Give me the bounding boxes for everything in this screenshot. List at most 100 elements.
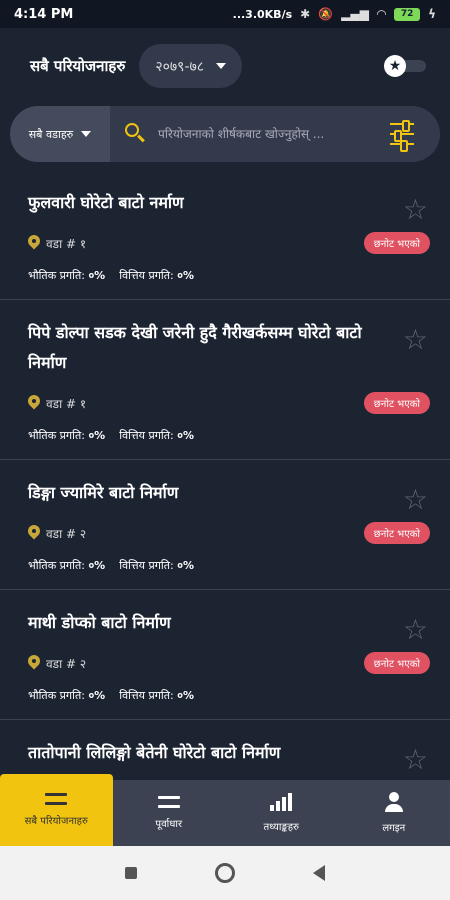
status-badge: छनोट भएको — [363, 652, 430, 674]
physical-progress-value: ०% — [88, 269, 106, 282]
back-icon[interactable] — [313, 865, 325, 881]
nav-login[interactable]: लगइन — [338, 780, 450, 846]
financial-progress: वित्तिय प्रगति: ०% — [119, 428, 194, 443]
favorites-toggle[interactable]: ★ — [384, 55, 428, 77]
physical-progress-label: भौतिक प्रगति: — [28, 689, 85, 702]
physical-progress-value: ०% — [88, 429, 106, 442]
financial-progress: वित्तिय प्रगति: ०% — [119, 558, 194, 573]
app-header: सबै परियोजनाहरु २०७९-७८ ★ — [0, 28, 450, 104]
location-pin-icon — [28, 655, 40, 671]
nav-label: पूर्वाधार — [155, 819, 183, 830]
financial-progress-value: ०% — [177, 269, 195, 282]
status-indicators: ...3.0KB/s ✱ 🔕 ▂▄▆ ◠ 72 ϟ — [233, 7, 436, 21]
financial-progress-label: वित्तिय प्रगति: — [119, 429, 174, 442]
financial-progress-value: ०% — [177, 429, 195, 442]
nav-label: सबै परियोजनाहरु — [24, 816, 88, 827]
physical-progress-label: भौतिक प्रगति: — [28, 269, 85, 282]
nav-infrastructure[interactable]: पूर्वाधार — [113, 780, 226, 846]
ward-row: वडा # १ छनोट भएको — [28, 232, 430, 254]
home-icon[interactable] — [215, 863, 235, 883]
favorite-star-icon[interactable]: ☆ — [403, 746, 428, 774]
network-speed: ...3.0KB/s — [232, 7, 293, 21]
nav-label: लगइन — [382, 823, 406, 834]
status-badge: छनोट भएको — [363, 392, 430, 414]
project-title: फुलवारी घोरेटो बाटो नर्माण — [28, 193, 184, 212]
project-title: तातोपानी लिलिङ्गो बेतेनी घोरेटो बाटो निर… — [28, 743, 281, 762]
ward-row: वडा # २ छनोट भएको — [28, 652, 430, 674]
project-card[interactable]: माथी डोप्को बाटो निर्माण ☆ वडा # २ छनोट … — [0, 590, 450, 720]
financial-progress-label: वित्तिय प्रगति: — [119, 559, 174, 572]
financial-progress: वित्तिय प्रगति: ०% — [119, 268, 194, 283]
ward-number: वडा # १ — [46, 236, 87, 251]
financial-progress-value: ०% — [177, 559, 195, 572]
status-time: 4:14 PM — [14, 6, 74, 22]
nav-statistics[interactable]: तथ्याङ्कहरु — [225, 780, 338, 846]
fiscal-year-value: २०७९-७८ — [155, 58, 205, 75]
location-pin-icon — [28, 525, 40, 541]
physical-progress: भौतिक प्रगति: ०% — [28, 268, 105, 283]
favorite-star-icon[interactable]: ☆ — [403, 196, 428, 224]
nav-label: तथ्याङ्कहरु — [263, 822, 300, 833]
progress-row: भौतिक प्रगति: ०% वित्तिय प्रगति: ०% — [28, 428, 430, 443]
project-card[interactable]: डिङ्गा ज्यामिरे बाटो निर्माण ☆ वडा # २ छ… — [0, 460, 450, 590]
physical-progress: भौतिक प्रगति: ०% — [28, 688, 105, 703]
status-bar: 4:14 PM ...3.0KB/s ✱ 🔕 ▂▄▆ ◠ 72 ϟ — [0, 0, 450, 28]
favorite-star-icon[interactable]: ☆ — [403, 326, 428, 354]
page-title: सबै परियोजनाहरु — [30, 57, 126, 75]
star-icon: ★ — [384, 55, 406, 77]
location-pin-icon — [28, 395, 40, 411]
chart-icon — [270, 793, 293, 811]
menu-icon — [157, 796, 180, 808]
financial-progress-label: वित्तिय प्रगति: — [119, 689, 174, 702]
ward-number: वडा # २ — [46, 526, 87, 541]
nav-all-projects[interactable]: सबै परियोजनाहरु — [0, 774, 113, 846]
ward-dropdown[interactable]: सबै वडाहरु — [10, 106, 110, 162]
filter-settings-icon[interactable] — [390, 120, 414, 152]
project-card[interactable]: पिपे डोल्पा सडक देखी जरेनी हुदै गैरीखर्क… — [0, 300, 450, 460]
financial-progress-value: ०% — [177, 689, 195, 702]
location-pin-icon — [28, 235, 40, 251]
progress-row: भौतिक प्रगति: ०% वित्तिय प्रगति: ०% — [28, 688, 430, 703]
project-list[interactable]: फुलवारी घोरेटो बाटो नर्माण ☆ वडा # १ छनो… — [0, 170, 450, 780]
financial-progress: वित्तिय प्रगति: ०% — [119, 688, 194, 703]
bottom-nav: सबै परियोजनाहरु पूर्वाधार तथ्याङ्कहरु लग… — [0, 774, 450, 846]
system-nav-bar — [0, 846, 450, 900]
ward-row: वडा # १ छनोट भएको — [28, 392, 430, 414]
menu-icon — [45, 793, 68, 805]
progress-row: भौतिक प्रगति: ०% वित्तिय प्रगति: ०% — [28, 558, 430, 573]
wifi-icon: ◠ — [376, 7, 387, 21]
physical-progress: भौतिक प्रगति: ०% — [28, 558, 105, 573]
physical-progress-label: भौतिक प्रगति: — [28, 429, 85, 442]
status-badge: छनोट भएको — [363, 522, 430, 544]
ward-dropdown-label: सबै वडाहरु — [28, 127, 74, 141]
mute-icon: 🔕 — [318, 7, 334, 21]
project-title: पिपे डोल्पा सडक देखी जरेनी हुदै गैरीखर्क… — [28, 323, 362, 372]
bluetooth-icon: ✱ — [300, 7, 311, 21]
status-badge: छनोट भएको — [363, 232, 430, 254]
search-icon — [122, 120, 150, 148]
favorite-star-icon[interactable]: ☆ — [403, 486, 428, 514]
charging-icon: ϟ — [428, 7, 436, 21]
project-card[interactable]: तातोपानी लिलिङ्गो बेतेनी घोरेटो बाटो निर… — [0, 720, 450, 780]
progress-row: भौतिक प्रगति: ०% वित्तिय प्रगति: ०% — [28, 268, 430, 283]
physical-progress-value: ०% — [88, 689, 106, 702]
project-title: माथी डोप्को बाटो निर्माण — [28, 613, 171, 632]
recent-apps-icon[interactable] — [125, 867, 137, 879]
user-icon — [383, 792, 405, 812]
physical-progress-value: ०% — [88, 559, 106, 572]
physical-progress-label: भौतिक प्रगति: — [28, 559, 85, 572]
search-input[interactable] — [150, 106, 390, 162]
ward-number: वडा # १ — [46, 396, 87, 411]
favorite-star-icon[interactable]: ☆ — [403, 616, 428, 644]
physical-progress: भौतिक प्रगति: ०% — [28, 428, 105, 443]
financial-progress-label: वित्तिय प्रगति: — [119, 269, 174, 282]
project-title: डिङ्गा ज्यामिरे बाटो निर्माण — [28, 483, 179, 502]
signal-icon: ▂▄▆ — [341, 7, 369, 21]
ward-number: वडा # २ — [46, 656, 87, 671]
ward-row: वडा # २ छनोट भएको — [28, 522, 430, 544]
chevron-down-icon — [81, 131, 92, 137]
fiscal-year-dropdown[interactable]: २०७९-७८ — [139, 44, 243, 88]
battery-icon: 72 — [394, 7, 421, 21]
chevron-down-icon — [216, 63, 227, 69]
project-card[interactable]: फुलवारी घोरेटो बाटो नर्माण ☆ वडा # १ छनो… — [0, 170, 450, 300]
